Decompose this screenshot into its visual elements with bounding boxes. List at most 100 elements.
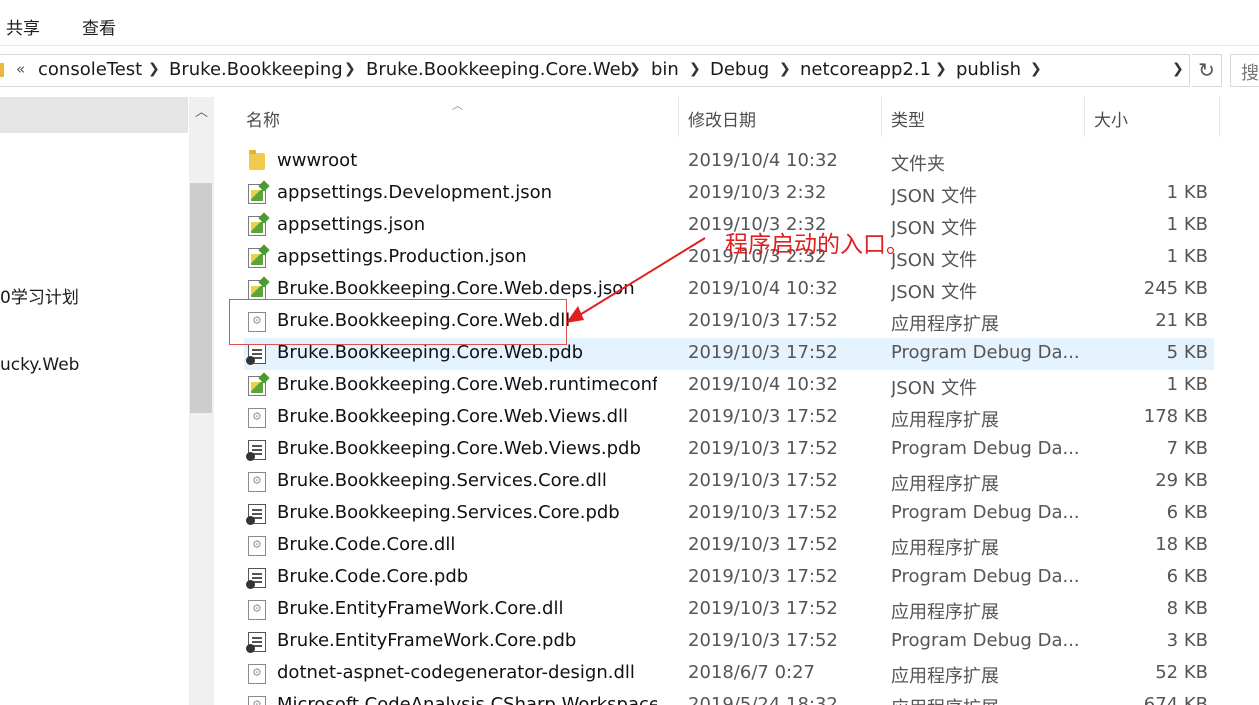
file-type: 应用程序扩展 (891, 314, 999, 335)
json-file-icon (248, 248, 266, 268)
file-row[interactable]: Bruke.Code.Core.dll 2019/10/3 17:52 应用程序扩展… (244, 530, 1214, 562)
file-row[interactable]: Bruke.Code.Core.pdb 2019/10/3 17:52 Progra… (244, 562, 1214, 594)
tab-share[interactable]: 共享 (6, 14, 40, 39)
file-row[interactable]: Bruke.Bookkeeping.Core.Web.Views.dll 2019… (244, 402, 1214, 434)
file-modified-date: 2019/10/3 17:52 (688, 406, 838, 427)
refresh-button[interactable]: ↻ (1192, 54, 1222, 87)
file-type: JSON 文件 (891, 378, 978, 399)
column-divider[interactable] (678, 97, 679, 137)
file-row[interactable]: Microsoft.CodeAnalysis.CSharp.Workspaces… (244, 690, 1214, 705)
chevron-right-icon[interactable]: ❯ (935, 61, 947, 77)
file-name: Bruke.Bookkeeping.Core.Web.deps.json (277, 278, 635, 299)
file-type: Program Debug Da... (891, 630, 1080, 651)
file-row[interactable]: Bruke.EntityFrameWork.Core.dll 2019/10/3 … (244, 594, 1214, 626)
breadcrumb-item[interactable]: Debug (710, 59, 769, 80)
nav-item[interactable]: 0学习计划 (0, 283, 79, 308)
file-type: JSON 文件 (891, 186, 978, 207)
breadcrumb-item[interactable]: consoleTest (38, 59, 142, 80)
file-name: dotnet-aspnet-codegenerator-design.dll (277, 662, 635, 683)
folder-icon (249, 150, 265, 170)
column-divider[interactable] (1084, 97, 1085, 137)
navigation-pane: 0学习计划 ucky.Web ︿ (0, 97, 214, 705)
file-row[interactable]: dotnet-aspnet-codegenerator-design.dll 20… (244, 658, 1214, 690)
json-file-icon (248, 216, 266, 236)
column-header-size[interactable]: 大小 (1094, 97, 1128, 137)
file-size: 8 KB (1166, 598, 1208, 619)
highlight-box (229, 299, 567, 345)
address-bar[interactable]: « consoleTest ❯ Bruke.Bookkeeping ❯ Bruk… (0, 54, 1190, 87)
nav-selected-item[interactable] (0, 97, 188, 133)
tab-view[interactable]: 查看 (82, 14, 116, 39)
file-size: 6 KB (1166, 502, 1208, 523)
file-type: JSON 文件 (891, 218, 978, 239)
file-modified-date: 2019/10/3 17:52 (688, 310, 838, 331)
dll-file-icon (248, 600, 266, 620)
file-name: Bruke.Code.Core.pdb (277, 566, 469, 587)
file-name: Microsoft.CodeAnalysis.CSharp.Workspaces… (277, 694, 657, 705)
breadcrumb-item[interactable]: publish (956, 59, 1021, 80)
file-size: 1 KB (1166, 214, 1208, 235)
file-modified-date: 2019/10/4 10:32 (688, 150, 838, 171)
file-type: Program Debug Da... (891, 502, 1080, 523)
nav-item[interactable]: ucky.Web (0, 355, 79, 375)
file-type: 应用程序扩展 (891, 602, 999, 623)
file-row[interactable]: Bruke.Bookkeeping.Services.Core.dll 2019/… (244, 466, 1214, 498)
file-row[interactable]: Bruke.EntityFrameWork.Core.pdb 2019/10/3 … (244, 626, 1214, 658)
dll-file-icon (248, 536, 266, 556)
file-row[interactable]: Bruke.Bookkeeping.Core.Web.runtimeconfi.… (244, 370, 1214, 402)
breadcrumb-item[interactable]: netcoreapp2.1 (800, 59, 931, 80)
file-modified-date: 2019/10/3 17:52 (688, 502, 838, 523)
chevron-right-icon[interactable]: ❯ (344, 61, 356, 77)
file-row[interactable]: wwwroot 2019/10/4 10:32 文件夹 (244, 146, 1214, 178)
chevron-up-icon[interactable]: ︿ (189, 101, 214, 120)
search-input[interactable]: 搜 (1230, 54, 1259, 87)
breadcrumb-item[interactable]: bin (651, 59, 679, 80)
pdb-file-icon (246, 568, 266, 589)
file-row[interactable]: Bruke.Bookkeeping.Services.Core.pdb 2019/… (244, 498, 1214, 530)
chevron-right-icon[interactable]: ❯ (629, 61, 641, 77)
file-modified-date: 2019/10/3 17:52 (688, 598, 838, 619)
breadcrumb-item[interactable]: Bruke.Bookkeeping.Core.Web (366, 59, 632, 80)
file-name: Bruke.Bookkeeping.Core.Web.runtimeconfi.… (277, 374, 657, 395)
scrollbar-thumb[interactable] (190, 183, 212, 413)
column-header-type[interactable]: 类型 (891, 97, 925, 137)
nav-scrollbar[interactable]: ︿ (189, 97, 214, 705)
file-size: 21 KB (1155, 310, 1208, 331)
file-size: 6 KB (1166, 566, 1208, 587)
file-name: Bruke.Bookkeeping.Services.Core.dll (277, 470, 607, 491)
file-row[interactable]: Bruke.Bookkeeping.Core.Web.Views.pdb 2019… (244, 434, 1214, 466)
file-type: JSON 文件 (891, 250, 978, 271)
ribbon-tabs: 共享 查看 (0, 0, 1259, 46)
breadcrumb-overflow[interactable]: « (16, 60, 25, 78)
file-name: Bruke.Bookkeeping.Services.Core.pdb (277, 502, 620, 523)
file-name: wwwroot (277, 150, 358, 171)
file-size: 29 KB (1155, 470, 1208, 491)
chevron-right-icon[interactable]: ❯ (779, 61, 791, 77)
column-header-date[interactable]: 修改日期 (688, 97, 756, 137)
file-size: 7 KB (1166, 438, 1208, 459)
file-name: appsettings.json (277, 214, 426, 235)
chevron-down-icon[interactable]: ❯ (1172, 61, 1184, 77)
column-header-name[interactable]: 名称 (246, 97, 280, 137)
file-size: 1 KB (1166, 374, 1208, 395)
pdb-file-icon (246, 344, 266, 365)
file-row[interactable]: appsettings.Development.json 2019/10/3 2:… (244, 178, 1214, 210)
annotation-text: 程序启动的入口。 (725, 232, 909, 258)
json-file-icon (248, 376, 266, 396)
file-size: 674 KB (1143, 694, 1208, 705)
chevron-right-icon[interactable]: ❯ (689, 61, 701, 77)
dll-file-icon (248, 408, 266, 428)
file-modified-date: 2019/10/3 17:52 (688, 342, 838, 363)
column-divider[interactable] (1219, 97, 1220, 137)
file-modified-date: 2019/10/3 17:52 (688, 470, 838, 491)
pdb-file-icon (246, 504, 266, 525)
dll-file-icon (248, 696, 266, 705)
file-modified-date: 2019/10/3 17:52 (688, 630, 838, 651)
chevron-right-icon[interactable]: ❯ (148, 61, 160, 77)
file-name: Bruke.Bookkeeping.Core.Web.pdb (277, 342, 584, 363)
column-divider[interactable] (881, 97, 882, 137)
file-type: 应用程序扩展 (891, 474, 999, 495)
file-size: 1 KB (1166, 182, 1208, 203)
chevron-right-icon[interactable]: ❯ (1030, 61, 1042, 77)
breadcrumb-item[interactable]: Bruke.Bookkeeping (169, 59, 343, 80)
